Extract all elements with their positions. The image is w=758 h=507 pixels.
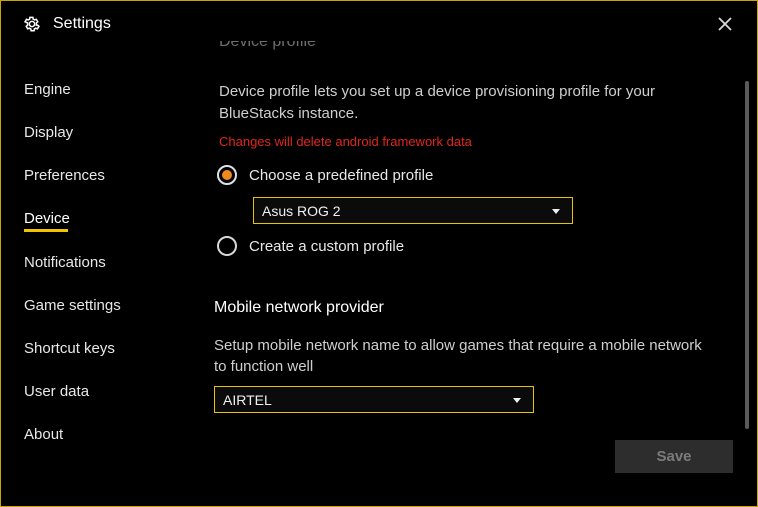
profile-select[interactable]: Asus ROG 2 bbox=[253, 197, 573, 224]
sidebar-item-device[interactable]: Device bbox=[24, 210, 70, 227]
chevron-down-icon bbox=[513, 398, 521, 403]
radio-custom-label: Create a custom profile bbox=[249, 237, 405, 255]
radio-custom-profile[interactable]: Create a custom profile bbox=[217, 236, 404, 256]
chevron-down-icon bbox=[552, 209, 560, 214]
sidebar-item-display[interactable]: Display bbox=[24, 124, 73, 141]
device-profile-description: Device profile lets you set up a device … bbox=[219, 83, 656, 122]
sidebar-item-user-data[interactable]: User data bbox=[24, 383, 89, 400]
active-tab-indicator bbox=[24, 229, 68, 232]
radio-predefined-profile[interactable]: Choose a predefined profile bbox=[217, 165, 433, 185]
radio-unselected-icon[interactable] bbox=[217, 236, 237, 256]
radio-selected-icon[interactable] bbox=[217, 165, 237, 185]
network-provider-select[interactable]: AIRTEL bbox=[214, 386, 534, 413]
settings-window: Settings Engine Display Preferences Devi… bbox=[0, 0, 758, 507]
warning-text: Changes will delete android framework da… bbox=[219, 134, 472, 149]
network-provider-description: Setup mobile network name to allow games… bbox=[214, 337, 702, 375]
sidebar-item-shortcut-keys[interactable]: Shortcut keys bbox=[24, 340, 115, 357]
network-provider-value: AIRTEL bbox=[223, 391, 272, 408]
sidebar-item-notifications[interactable]: Notifications bbox=[24, 254, 106, 271]
sidebar-item-engine[interactable]: Engine bbox=[24, 81, 71, 98]
profile-select-value: Asus ROG 2 bbox=[262, 202, 341, 219]
sidebar-item-game-settings[interactable]: Game settings bbox=[24, 297, 121, 314]
save-button[interactable]: Save bbox=[615, 440, 733, 473]
device-profile-heading: Device profile bbox=[219, 33, 316, 50]
gear-icon bbox=[23, 15, 41, 33]
radio-predefined-label: Choose a predefined profile bbox=[249, 166, 434, 184]
scrollbar-thumb[interactable] bbox=[745, 81, 749, 429]
sidebar-item-about[interactable]: About bbox=[24, 426, 63, 443]
window-title: Settings bbox=[53, 15, 111, 32]
network-provider-heading: Mobile network provider bbox=[214, 299, 384, 316]
content-scrollbar[interactable] bbox=[744, 75, 750, 441]
sidebar-item-preferences[interactable]: Preferences bbox=[24, 167, 105, 184]
settings-content: Device profile Device profile lets you s… bbox=[201, 31, 746, 501]
